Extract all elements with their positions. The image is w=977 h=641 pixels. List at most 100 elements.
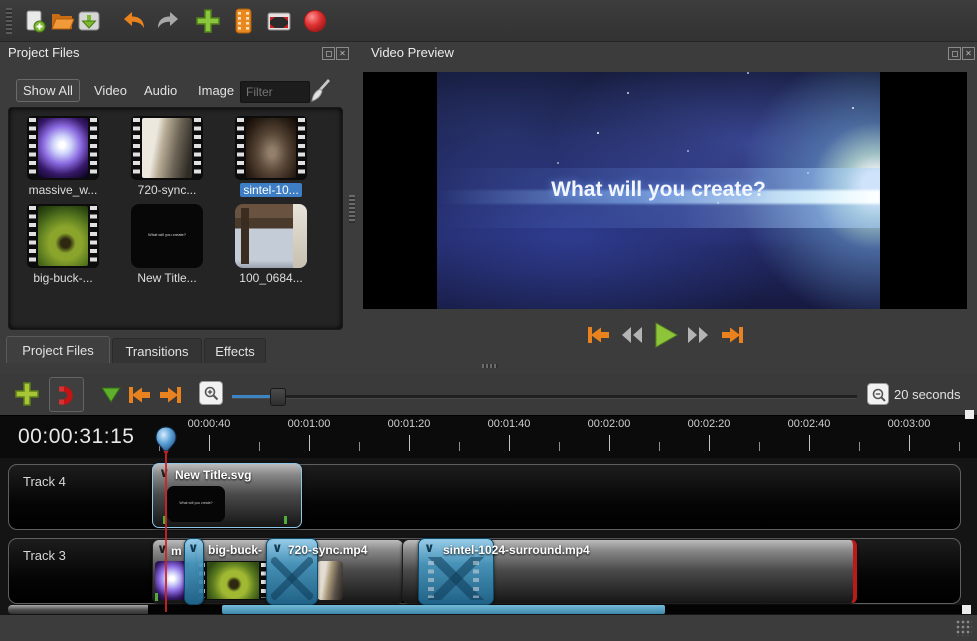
float-panel-icon[interactable] [322, 47, 335, 60]
ruler-label: 00:02:00 [588, 418, 631, 430]
add-marker-button[interactable] [100, 386, 122, 404]
clip-label: New Title.svg [175, 468, 251, 482]
jump-to-end-button[interactable] [719, 323, 745, 347]
filter-tab-audio[interactable]: Audio [138, 80, 183, 101]
import-files-button[interactable] [195, 8, 221, 34]
clip-new-title[interactable]: ∨ New Title.svg What will you create? [152, 463, 302, 528]
add-track-icon [14, 381, 40, 407]
float-preview-icon[interactable] [948, 47, 961, 60]
clip-trim-handle-left[interactable] [155, 593, 158, 601]
open-project-button[interactable] [49, 8, 75, 34]
ruler-ticks[interactable]: 00:00:40 00:01:00 00:01:20 00:01:40 00:0… [150, 415, 970, 458]
transition-chevron[interactable]: ∨ [188, 540, 199, 556]
timeline-tracks-area: Track 4 Track 3 ∨ New Title.svg What wil… [0, 458, 977, 615]
tab-project-files[interactable]: Project Files [6, 336, 110, 363]
export-screen-button[interactable] [266, 8, 292, 34]
file-item-sintel[interactable]: sintel-10... [221, 116, 321, 199]
horizontal-scrollbar-thumb[interactable] [222, 605, 665, 614]
jump-to-start-icon [586, 323, 612, 347]
play-button[interactable] [652, 320, 680, 350]
transition-chevron[interactable]: ∨ [272, 540, 283, 556]
record-button[interactable] [302, 8, 328, 34]
scroll-corner [965, 410, 974, 419]
filter-tab-image[interactable]: Image [192, 80, 240, 101]
video-preview-display: What will you create? [363, 72, 967, 309]
snapping-toggle[interactable] [49, 377, 84, 412]
jump-to-end-icon [719, 323, 745, 347]
ruler-label: 00:01:40 [488, 418, 531, 430]
redo-icon [155, 9, 181, 33]
tab-transitions[interactable]: Transitions [112, 338, 202, 363]
timeline-left-edge [8, 605, 148, 614]
file-label: New Title... [134, 271, 199, 285]
file-item-newtitle[interactable]: What will you create? New Title... [117, 204, 217, 287]
open-project-icon [50, 9, 74, 33]
ruler-label: 00:03:00 [888, 418, 931, 430]
video-frame: What will you create? [437, 72, 880, 309]
playhead-marker[interactable] [154, 426, 178, 456]
window-resize-grip[interactable] [956, 620, 972, 636]
filter-tab-video[interactable]: Video [88, 80, 133, 101]
add-track-button[interactable] [14, 381, 40, 407]
track-name: Track 4 [23, 474, 66, 489]
fast-forward-button[interactable] [686, 324, 710, 346]
clip-thumbnail [317, 561, 343, 600]
new-project-button[interactable] [22, 8, 48, 34]
clip-label: big-buck- [208, 543, 262, 557]
scrollbar-end-button[interactable] [962, 605, 971, 614]
file-item-bigbuck[interactable]: big-buck-... [13, 204, 113, 287]
file-item-massive[interactable]: massive_w... [13, 116, 113, 199]
openshot-window: Project Files ✕ Show All Video Audio Ima… [0, 0, 977, 641]
track-4[interactable]: Track 4 [8, 464, 961, 530]
zoom-slider-track[interactable] [232, 395, 857, 399]
ruler-label: 00:01:20 [388, 418, 431, 430]
filter-tab-show-all[interactable]: Show All [16, 79, 80, 102]
zoom-slider-fill [232, 395, 272, 398]
video-preview-panel-title: Video Preview [371, 45, 454, 60]
rewind-button[interactable] [620, 324, 644, 346]
previous-marker-button[interactable] [127, 383, 153, 407]
fast-forward-icon [686, 324, 710, 346]
ruler-label: 00:01:00 [288, 418, 331, 430]
transition-chevron[interactable]: ∨ [424, 540, 435, 556]
clip-trim-handle-right[interactable] [284, 516, 287, 524]
jump-to-start-button[interactable] [586, 323, 612, 347]
clip-label: 720-sync.mp4 [288, 543, 367, 557]
transition-1[interactable]: ∨ [184, 538, 204, 605]
filter-input[interactable] [240, 81, 310, 103]
playhead-line [165, 450, 167, 612]
file-item-photo[interactable]: 100_0684... [221, 204, 321, 287]
save-project-button[interactable] [76, 8, 102, 34]
zoom-in-icon [203, 385, 219, 401]
file-thumbnail [235, 204, 307, 268]
undo-icon [121, 9, 147, 33]
previous-marker-icon [127, 383, 153, 407]
close-panel-icon[interactable]: ✕ [336, 47, 349, 60]
track-name: Track 3 [23, 548, 66, 563]
play-icon [652, 320, 680, 350]
zoom-level-label: 20 seconds [894, 387, 961, 402]
zoom-out-button[interactable] [867, 383, 889, 405]
toolbar-grip[interactable] [6, 8, 12, 34]
horizontal-splitter-handle[interactable] [482, 364, 498, 368]
ruler-label: 00:02:40 [788, 418, 831, 430]
tab-effects[interactable]: Effects [204, 338, 266, 363]
profile-icon [234, 8, 254, 34]
video-overlay-text: What will you create? [437, 178, 880, 202]
file-label: big-buck-... [30, 271, 95, 285]
file-item-720sync[interactable]: 720-sync... [117, 116, 217, 199]
choose-profile-button[interactable] [231, 8, 257, 34]
zoom-in-button[interactable] [199, 381, 223, 405]
file-thumbnail [235, 116, 307, 180]
next-marker-icon [157, 383, 183, 407]
clip-thumbnail [198, 561, 268, 600]
broom-icon [308, 77, 332, 103]
panel-splitter-handle[interactable] [349, 195, 355, 223]
next-marker-button[interactable] [157, 383, 183, 407]
clear-filter-button[interactable] [308, 77, 332, 103]
zoom-slider-handle[interactable] [270, 388, 286, 406]
ruler-label: 00:02:20 [688, 418, 731, 430]
redo-button[interactable] [155, 8, 181, 34]
close-preview-icon[interactable]: ✕ [962, 47, 975, 60]
undo-button[interactable] [121, 8, 147, 34]
